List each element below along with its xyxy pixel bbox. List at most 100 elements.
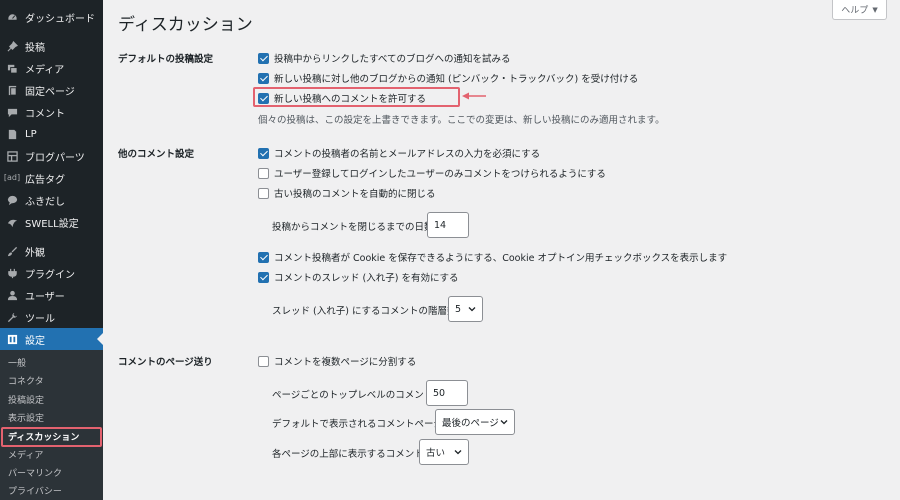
option-allow-comments[interactable]: 新しい投稿へのコメントを許可する <box>258 91 426 105</box>
submenu-item-general[interactable]: 一般 <box>0 353 103 371</box>
submenu-item-discussion[interactable]: ディスカッション <box>0 427 103 445</box>
sidebar-item-settings[interactable]: 設定 <box>0 328 103 350</box>
page-icon <box>6 84 18 96</box>
ad-tag-icon: [ad] <box>3 173 21 182</box>
sidebar-item-media[interactable]: メディア <box>0 57 103 79</box>
default-page-select[interactable]: 最後のページ <box>435 409 515 435</box>
option-label: 古い投稿のコメントを自動的に閉じる <box>274 189 436 200</box>
help-label: ヘルプ <box>841 6 869 16</box>
user-icon <box>6 289 18 301</box>
sidebar-item-tools[interactable]: ツール <box>0 306 103 328</box>
select-value: 5 <box>455 303 462 315</box>
sidebar-item-plugins[interactable]: プラグイン <box>0 262 103 284</box>
option-label: コメントのスレッド (入れ子) を有効にする <box>274 273 459 284</box>
settings-submenu: 一般 コネクタ 投稿設定 表示設定 ディスカッション メディア パーマリンク プ… <box>0 350 103 500</box>
option-attempt-notify[interactable]: 投稿中からリンクしたすべてのブログへの通知を試みる <box>258 51 510 65</box>
submenu-item-media[interactable]: メディア <box>0 445 103 463</box>
per-page-label: ページごとのトップレベルのコメント <box>272 390 434 401</box>
option-paginate-comments[interactable]: コメントを複数ページに分割する <box>258 354 416 368</box>
close-days-label: 投稿からコメントを閉じるまでの日数 <box>272 222 434 233</box>
select-value: 古い <box>426 448 446 459</box>
pin-icon <box>6 40 18 52</box>
sidebar-item-label: ユーザー <box>25 291 65 303</box>
option-registered-only[interactable]: ユーザー登録してログインしたユーザーのみコメントをつけられるようにする <box>258 166 606 180</box>
settings-icon <box>6 333 18 345</box>
checkbox[interactable] <box>258 271 269 283</box>
sidebar-item-posts[interactable]: 投稿 <box>0 35 103 57</box>
sidebar-item-pages[interactable]: 固定ページ <box>0 79 103 101</box>
sidebar-item-label: 広告タグ <box>25 174 65 186</box>
chevron-down-icon <box>454 450 462 455</box>
sidebar-item-label: ふきだし <box>25 196 65 208</box>
sidebar-item-dashboard[interactable]: ダッシュボード <box>0 6 103 28</box>
section-label-paging: コメントのページ送り <box>118 357 213 368</box>
plugin-icon <box>6 267 18 279</box>
checkbox[interactable] <box>258 147 269 159</box>
sidebar-item-comments[interactable]: コメント <box>0 101 103 123</box>
chevron-down-icon <box>500 420 508 425</box>
dashboard-icon <box>6 11 18 23</box>
option-label: ユーザー登録してログインしたユーザーのみコメントをつけられるようにする <box>274 169 606 180</box>
option-label: コメント投稿者が Cookie を保存できるようにする、Cookie オプトイン… <box>274 253 728 264</box>
option-allow-pingbacks[interactable]: 新しい投稿に対し他のブログからの通知 (ピンバック・トラックバック) を受け付け… <box>258 71 638 85</box>
section-label-other-comment: 他のコメント設定 <box>118 149 195 160</box>
sidebar-item-ad-tags[interactable]: [ad] 広告タグ <box>0 167 103 189</box>
media-icon <box>6 62 18 74</box>
option-label: コメントの投稿者の名前とメールアドレスの入力を必須にする <box>274 149 541 160</box>
sidebar-item-swell-settings[interactable]: SWELL設定 <box>0 211 103 233</box>
option-require-name-email[interactable]: コメントの投稿者の名前とメールアドレスの入力を必須にする <box>258 146 540 160</box>
page-title: ディスカッション <box>118 15 253 35</box>
sidebar-item-label: SWELL設定 <box>25 218 79 230</box>
sidebar-item-lp[interactable]: LP <box>0 123 103 145</box>
wrench-icon <box>6 311 18 323</box>
close-days-input[interactable]: 14 <box>427 212 469 238</box>
checkbox[interactable] <box>258 187 269 199</box>
sidebar-item-label: ブログパーツ <box>25 152 85 164</box>
option-cookie-optin[interactable]: コメント投稿者が Cookie を保存できるようにする、Cookie オプトイン… <box>258 250 727 264</box>
chevron-down-icon <box>468 307 476 312</box>
brush-icon <box>6 245 18 257</box>
comment-icon <box>6 106 18 118</box>
checkbox[interactable] <box>258 72 269 84</box>
sidebar-item-users[interactable]: ユーザー <box>0 284 103 306</box>
sidebar-item-label: 投稿 <box>25 42 45 54</box>
default-page-label: デフォルトで表示されるコメントページ <box>272 419 443 430</box>
sidebar-item-label: プラグイン <box>25 269 75 281</box>
sidebar-item-label: ダッシュボード <box>25 13 95 25</box>
option-label: 新しい投稿へのコメントを許可する <box>274 94 427 105</box>
option-label: 投稿中からリンクしたすべてのブログへの通知を試みる <box>274 54 511 65</box>
sidebar-item-fukidashi[interactable]: ふきだし <box>0 189 103 211</box>
checkbox[interactable] <box>258 52 269 64</box>
thread-depth-select[interactable]: 5 <box>448 296 483 322</box>
checkbox[interactable] <box>258 92 269 104</box>
submenu-item-permalinks[interactable]: パーマリンク <box>0 463 103 481</box>
caret-down-icon: ▼ <box>872 5 878 14</box>
comment-order-label: 各ページの上部に表示するコメント <box>272 449 424 460</box>
admin-sidebar: ダッシュボード 投稿 メディア 固定ページ コメント LP ブログパーツ [ad… <box>0 0 103 500</box>
sidebar-item-blog-parts[interactable]: ブログパーツ <box>0 145 103 167</box>
option-label: コメントを複数ページに分割する <box>274 357 417 368</box>
sidebar-item-label: 固定ページ <box>25 86 75 98</box>
submenu-item-privacy[interactable]: プライバシー <box>0 481 103 499</box>
speech-bubble-icon <box>6 194 18 206</box>
select-value: 最後のページ <box>442 418 499 429</box>
sidebar-item-label: コメント <box>25 108 65 120</box>
option-close-old-comments[interactable]: 古い投稿のコメントを自動的に閉じる <box>258 186 436 200</box>
comment-order-select[interactable]: 古い <box>419 439 469 465</box>
per-page-input[interactable]: 50 <box>426 380 468 406</box>
checkbox[interactable] <box>258 167 269 179</box>
sidebar-item-label: 設定 <box>25 335 45 347</box>
checkbox[interactable] <box>258 355 269 367</box>
option-threaded-comments[interactable]: コメントのスレッド (入れ子) を有効にする <box>258 270 459 284</box>
submenu-item-reading[interactable]: 表示設定 <box>0 408 103 426</box>
submenu-item-connector[interactable]: コネクタ <box>0 371 103 389</box>
option-label: 新しい投稿に対し他のブログからの通知 (ピンバック・トラックバック) を受け付け… <box>274 74 639 85</box>
thread-depth-label: スレッド (入れ子) にするコメントの階層数 <box>272 306 457 317</box>
swell-icon <box>6 216 18 228</box>
help-button[interactable]: ヘルプ ▼ <box>832 0 887 20</box>
submenu-item-writing[interactable]: 投稿設定 <box>0 390 103 408</box>
checkbox[interactable] <box>258 251 269 263</box>
default-post-note: 個々の投稿は、この設定を上書きできます。ここでの変更は、新しい投稿にのみ適用され… <box>258 115 665 126</box>
sidebar-item-label: ツール <box>25 313 55 325</box>
sidebar-item-appearance[interactable]: 外観 <box>0 240 103 262</box>
